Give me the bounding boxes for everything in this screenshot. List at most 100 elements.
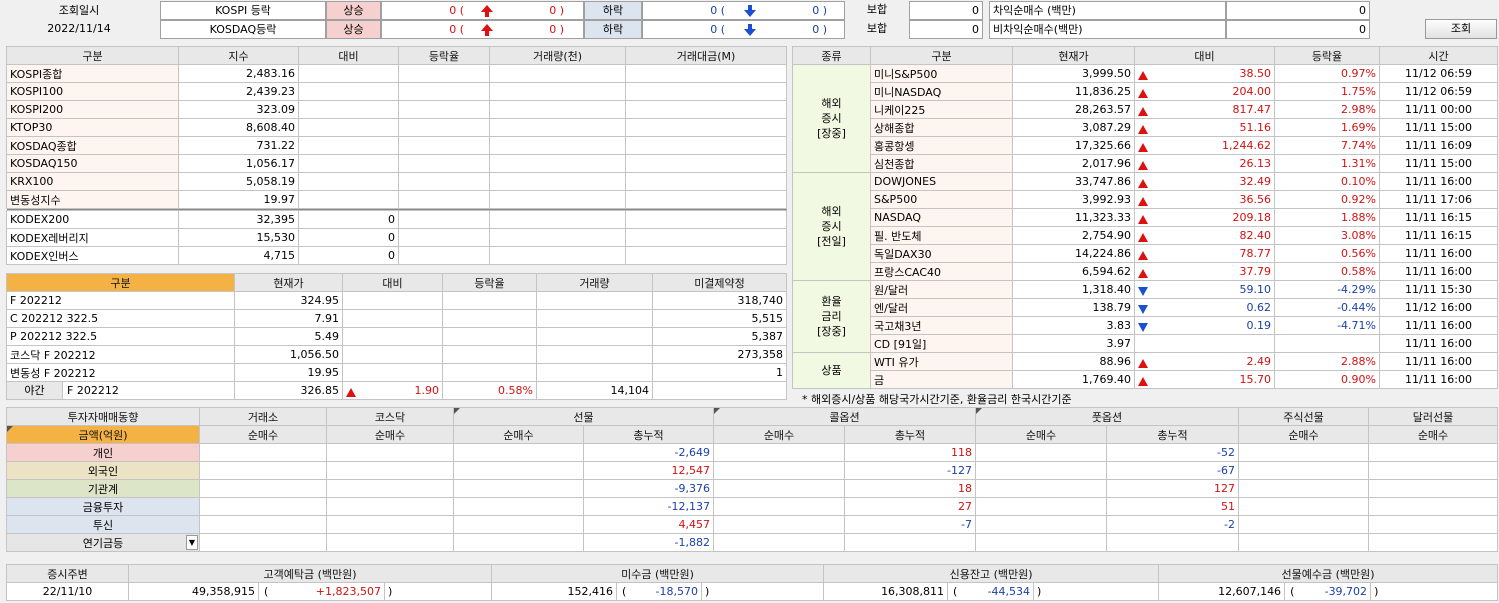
overseas-change: 1,244.62 [1222, 139, 1271, 152]
night-futures-row[interactable]: 야간 F 202212 326.85 1.90 0.58% 14,104 [6, 381, 787, 400]
investor-name-cell: 개인 [6, 443, 200, 462]
table-row[interactable]: 환율 금리 [장중] 원/달러 1,318.40 59.10 -4.29% 11/11 1… [792, 280, 1498, 353]
investor-cell [975, 443, 1107, 462]
investor-cell [453, 533, 584, 552]
table-row[interactable]: KOSDAQ150 1,056.17 [6, 154, 787, 173]
table-row[interactable]: KOSPI종합 2,483.16 [6, 64, 787, 83]
kosdaq-up-count: 0 ) [549, 23, 564, 36]
investor-cell [1238, 461, 1369, 480]
investor-cell: -9,376 [583, 479, 714, 498]
investor-cell: 12,547 [583, 461, 714, 480]
overseas-price: 28,263.57 [1012, 100, 1135, 119]
close-paren: ) [701, 582, 825, 601]
etf-name: KODEX인버스 [6, 246, 179, 265]
table-row[interactable]: KOSPI200 323.09 [6, 100, 787, 119]
night-rate: 0.58% [442, 381, 537, 400]
overseas-time: 11/11 16:00 [1379, 172, 1498, 191]
dropdown-arrow-icon[interactable]: ▼ [186, 535, 198, 550]
table-row[interactable]: KOSPI100 2,439.23 [6, 82, 787, 101]
night-oi [652, 381, 787, 400]
investor-sub-header-5: 총누적 [844, 425, 976, 444]
table-row[interactable]: F 202212 324.95 318,740 [6, 291, 787, 310]
table-row[interactable]: 변동성지수 19.97 [6, 190, 787, 209]
overseas-header-5: 시간 [1379, 46, 1498, 65]
deposit-change: -18,570 [655, 585, 699, 598]
table-row[interactable]: 투신 4,457 -7 -2 [6, 515, 1498, 534]
index-name: 변동성지수 [6, 190, 179, 209]
up-triangle-icon [1138, 233, 1148, 242]
overseas-change-cell: 82.40 [1134, 226, 1275, 245]
kosdaq-down-count: 0 ) [812, 23, 827, 36]
investor-cell [199, 497, 327, 516]
overseas-rate: -0.44% [1274, 298, 1380, 317]
table-row[interactable]: 독일DAX30 14,224.86 78.77 0.56% 11/11 16:00 [793, 244, 1498, 263]
table-row[interactable]: 금 1,769.40 15.70 0.90% 11/11 16:00 [793, 370, 1498, 389]
overseas-price: 3.83 [1012, 316, 1135, 335]
table-row[interactable]: 상품 WTI 유가 88.96 2.49 2.88% 11/11 16:00 [792, 352, 1498, 389]
table-row[interactable]: 변동성 F 202212 19.95 1 [6, 363, 787, 382]
investor-name-cell: 금융투자 [6, 497, 200, 516]
etf-cell: 0 [298, 228, 399, 247]
overseas-header-0: 종류 [792, 46, 871, 65]
table-row[interactable]: 해외 증시 [전일] DOWJONES 33,747.86 32.49 0.10% 11/… [792, 172, 1498, 281]
table-row[interactable]: KODEX200 32,395 0 [6, 210, 787, 229]
table-row[interactable]: CD [91일] 3.97 11/11 16:00 [793, 334, 1498, 353]
overseas-name: 금 [870, 370, 1013, 389]
table-row[interactable]: 홍콩항셍 17,325.66 1,244.62 7.74% 11/11 16:09 [793, 136, 1498, 155]
table-row[interactable]: P 202212 322.5 5.49 5,387 [6, 327, 787, 346]
deposit-header-2: 미수금 (백만원) [491, 564, 825, 583]
table-row[interactable]: 미니NASDAQ 11,836.25 204.00 1.75% 11/12 06:59 [793, 82, 1498, 101]
overseas-time: 11/11 16:00 [1379, 334, 1498, 353]
table-row[interactable]: 니케이225 28,263.57 817.47 2.98% 11/11 00:00 [793, 100, 1498, 119]
table-row[interactable]: 해외 증시 [장중] 미니S&P500 3,999.50 38.50 0.97% 11/1… [792, 64, 1498, 173]
kospi-flat-value: 0 [909, 1, 983, 20]
index-cell: 8,608.40 [178, 118, 299, 137]
index-cell [298, 100, 399, 119]
table-row[interactable]: KTOP30 8,608.40 [6, 118, 787, 137]
overseas-header-2: 현재가 [1012, 46, 1135, 65]
overseas-rate: 2.98% [1274, 100, 1380, 119]
overseas-time: 11/12 16:00 [1379, 298, 1498, 317]
etf-cell: 15,530 [178, 228, 299, 247]
table-row[interactable]: S&P500 3,992.93 36.56 0.92% 11/11 17:06 [793, 190, 1498, 209]
table-row[interactable]: 개인 -2,649 118 -52 [6, 443, 1498, 462]
table-row[interactable]: KODEX인버스 4,715 0 [6, 246, 787, 265]
investor-top-header-4: 풋옵션 [975, 407, 1239, 426]
table-row[interactable]: NASDAQ 11,323.33 209.18 1.88% 11/11 16:15 [793, 208, 1498, 227]
table-row[interactable]: 국고채3년 3.83 0.19 -4.71% 11/11 16:00 [793, 316, 1498, 335]
overseas-price: 88.96 [1012, 352, 1135, 371]
table-row[interactable]: 상해종합 3,087.29 51.16 1.69% 11/11 15:00 [793, 118, 1498, 137]
table-row[interactable]: 기관계 -9,376 18 127 [6, 479, 1498, 498]
overseas-change: 817.47 [1232, 103, 1272, 116]
search-button[interactable]: 조회 [1425, 19, 1497, 39]
table-row[interactable]: C 202212 322.5 7.91 5,515 [6, 309, 787, 328]
overseas-name: 홍콩항셍 [870, 136, 1013, 155]
futures-header-4: 거래량 [536, 273, 653, 292]
table-row[interactable]: 금융투자 -12,137 27 51 [6, 497, 1498, 516]
table-row[interactable]: KOSDAQ종합 731.22 [6, 136, 787, 155]
table-row[interactable]: KODEX레버리지 15,530 0 [6, 228, 787, 247]
kospi-up-box: 0 ( 0 ) [381, 1, 584, 20]
kospi-down-box: 0 ( 0 ) [642, 1, 845, 20]
table-row[interactable]: 프랑스CAC40 6,594.62 37.79 0.58% 11/11 16:00 [793, 262, 1498, 281]
night-name: F 202212 [67, 384, 119, 397]
top-status-bar: 조회일시 2022/11/14 KOSPI 등락 KOSDAQ등락 상승 상승 … [0, 0, 1499, 40]
investor-cell: 18 [844, 479, 976, 498]
overseas-change: 51.16 [1239, 121, 1272, 134]
table-row[interactable]: 심천종합 2,017.96 26.13 1.31% 11/11 15:00 [793, 154, 1498, 173]
table-row[interactable]: 필. 반도체 2,754.90 82.40 3.08% 11/11 16:15 [793, 226, 1498, 245]
table-row[interactable]: 엔/달러 138.79 0.62 -0.44% 11/12 16:00 [793, 298, 1498, 317]
overseas-change: 38.50 [1239, 67, 1272, 80]
futures-header-0: 구분 [6, 273, 235, 292]
investor-cell [1106, 533, 1239, 552]
table-row[interactable]: KRX100 5,058.19 [6, 172, 787, 191]
index-cell [398, 154, 490, 173]
index-header-3: 등락율 [398, 46, 490, 65]
index-cell [398, 190, 490, 209]
table-row[interactable]: 외국인 12,547 -127 -67 [6, 461, 1498, 480]
open-paren: ( [953, 585, 958, 598]
overseas-price: 11,323.33 [1012, 208, 1135, 227]
index-cell [625, 64, 787, 83]
table-row[interactable]: 코스닥 F 202212 1,056.50 273,358 [6, 345, 787, 364]
table-row[interactable]: 연기금등 ▼ -1,882 [6, 533, 1498, 552]
